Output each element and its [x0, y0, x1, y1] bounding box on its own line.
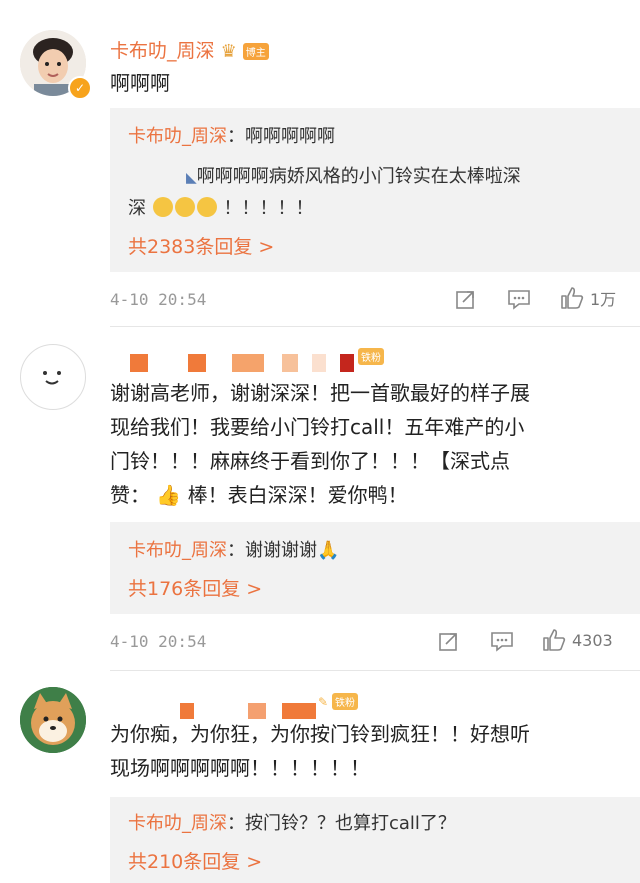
like-icon [543, 629, 566, 651]
like-button[interactable]: 4303 [542, 628, 613, 652]
comment-button[interactable] [490, 630, 514, 652]
reply-quote-suffix: ！！！！！ [223, 198, 314, 219]
comment-icon [508, 290, 530, 310]
divider [110, 326, 640, 327]
owner-badge: 博主 [242, 43, 269, 60]
share-button[interactable] [455, 288, 477, 310]
comment-text-line: 赞： 👍 棒！表白深深！爱你鸭！ [110, 478, 630, 512]
thumbs-up-emoji-icon: 👍 [156, 483, 182, 507]
timestamp: 4-10 20:54 [110, 632, 207, 651]
fan-badge: 铁粉 [358, 348, 384, 365]
reply-count-link[interactable]: 共2383条回复 > [128, 232, 274, 259]
reply-text: ：按门铃？？也算打call了？ [227, 813, 456, 834]
shiba-dog-avatar-icon [20, 687, 86, 753]
reply-count-link[interactable]: 共176条回复 > [128, 574, 262, 601]
crown-icon: ♛ [220, 41, 237, 62]
reply-box[interactable]: 卡布叻_周深：按门铃？？也算打call了？ 共210条回复 > [110, 797, 640, 883]
verified-badge-icon: ✓ [68, 76, 92, 100]
reply-author[interactable]: 卡布叻_周深 [128, 813, 227, 834]
reply-box[interactable]: 卡布叻_周深：谢谢谢谢🙏 共176条回复 > [110, 522, 640, 614]
divider [110, 670, 640, 671]
blue-marker-icon: ◣ [186, 170, 197, 186]
comment-icon [491, 632, 513, 652]
comment-text-line: 现场啊啊啊啊啊！！！！！！ [110, 756, 370, 780]
reply-quote-line-2: 深 ！！！！！ [128, 194, 313, 220]
comment-text: 为你痴，为你狂，为你按门铃到疯狂！！好想听 现场啊啊啊啊啊！！！！！！ [110, 717, 630, 785]
username-text[interactable]: 卡布叻_周深 [110, 40, 215, 62]
reply-line: 卡布叻_周深：按门铃？？也算打call了？ [128, 809, 456, 835]
reply-text: ：谢谢谢谢 [227, 540, 317, 561]
reply-quote: 啊啊啊啊病娇风格的小门铃实在太棒啦深 [196, 166, 521, 187]
comment-2: 铁粉 谢谢高老师，谢谢深深！把一首歌最好的样子展 现给我们！我要给小门铃打cal… [0, 330, 640, 675]
like-icon [561, 287, 584, 309]
timestamp: 4-10 20:54 [110, 290, 207, 309]
fan-level-icon: ✎ [318, 695, 329, 709]
pray-emoji-icon: 🙏 [317, 540, 340, 561]
fan-badge: 铁粉 [332, 693, 358, 710]
comment-text-line: 为你痴，为你狂，为你按门铃到疯狂！！好想听 [110, 722, 530, 746]
crying-emoji-icon [196, 197, 217, 217]
smiley-avatar-icon [43, 371, 61, 385]
comment-text-line: 现给我们！我要给小门铃打call！五年难产的小 [110, 415, 525, 439]
reply-quote-line: ◣啊啊啊啊病娇风格的小门铃实在太棒啦深 [186, 162, 521, 188]
crying-emoji-icon [174, 197, 195, 217]
avatar[interactable] [20, 344, 86, 410]
share-icon [456, 291, 474, 309]
reply-text: ：啊啊啊啊啊 [227, 126, 335, 147]
reply-author[interactable]: 卡布叻_周深 [128, 540, 227, 561]
comment-text: 啊啊啊 [110, 71, 170, 95]
reply-box[interactable]: 卡布叻_周深：啊啊啊啊啊 ◣啊啊啊啊病娇风格的小门铃实在太棒啦深 深 ！！！！！… [110, 108, 640, 272]
reply-line: 卡布叻_周深：谢谢谢谢🙏 [128, 536, 339, 562]
reply-author[interactable]: 卡布叻_周深 [128, 126, 227, 147]
comment-3: ✎ 铁粉 为你痴，为你狂，为你按门铃到疯狂！！好想听 现场啊啊啊啊啊！！！！！！… [0, 675, 640, 883]
comment-text: 谢谢高老师，谢谢深深！把一首歌最好的样子展 现给我们！我要给小门铃打call！五… [110, 376, 630, 512]
text-suffix: 棒！表白深深！爱你鸭！ [187, 483, 408, 507]
reply-line: 卡布叻_周深：啊啊啊啊啊 [128, 122, 335, 148]
like-button[interactable]: 1万 [560, 286, 616, 310]
comment-1: ✓ 卡布叻_周深 ♛ 博主 啊啊啊 卡布叻_周深：啊啊啊啊啊 ◣啊啊啊啊病娇风格… [0, 0, 640, 330]
reply-quote-prefix: 深 [128, 198, 146, 219]
hidden-username [110, 354, 370, 376]
username[interactable]: 卡布叻_周深 ♛ 博主 [110, 36, 269, 63]
share-button[interactable] [438, 630, 460, 652]
comment-text-line: 谢谢高老师，谢谢深深！把一首歌最好的样子展 [110, 381, 530, 405]
avatar[interactable] [20, 687, 86, 753]
text-prefix: 赞： [110, 483, 150, 507]
like-count: 4303 [572, 630, 613, 650]
reply-count-link[interactable]: 共210条回复 > [128, 847, 262, 874]
share-icon [439, 633, 457, 651]
comment-button[interactable] [507, 288, 531, 310]
comment-text-line: 门铃！！！麻麻终于看到你了！！！【深式点 [110, 449, 510, 473]
crying-emoji-icon [152, 197, 173, 217]
like-count: 1万 [590, 290, 617, 309]
